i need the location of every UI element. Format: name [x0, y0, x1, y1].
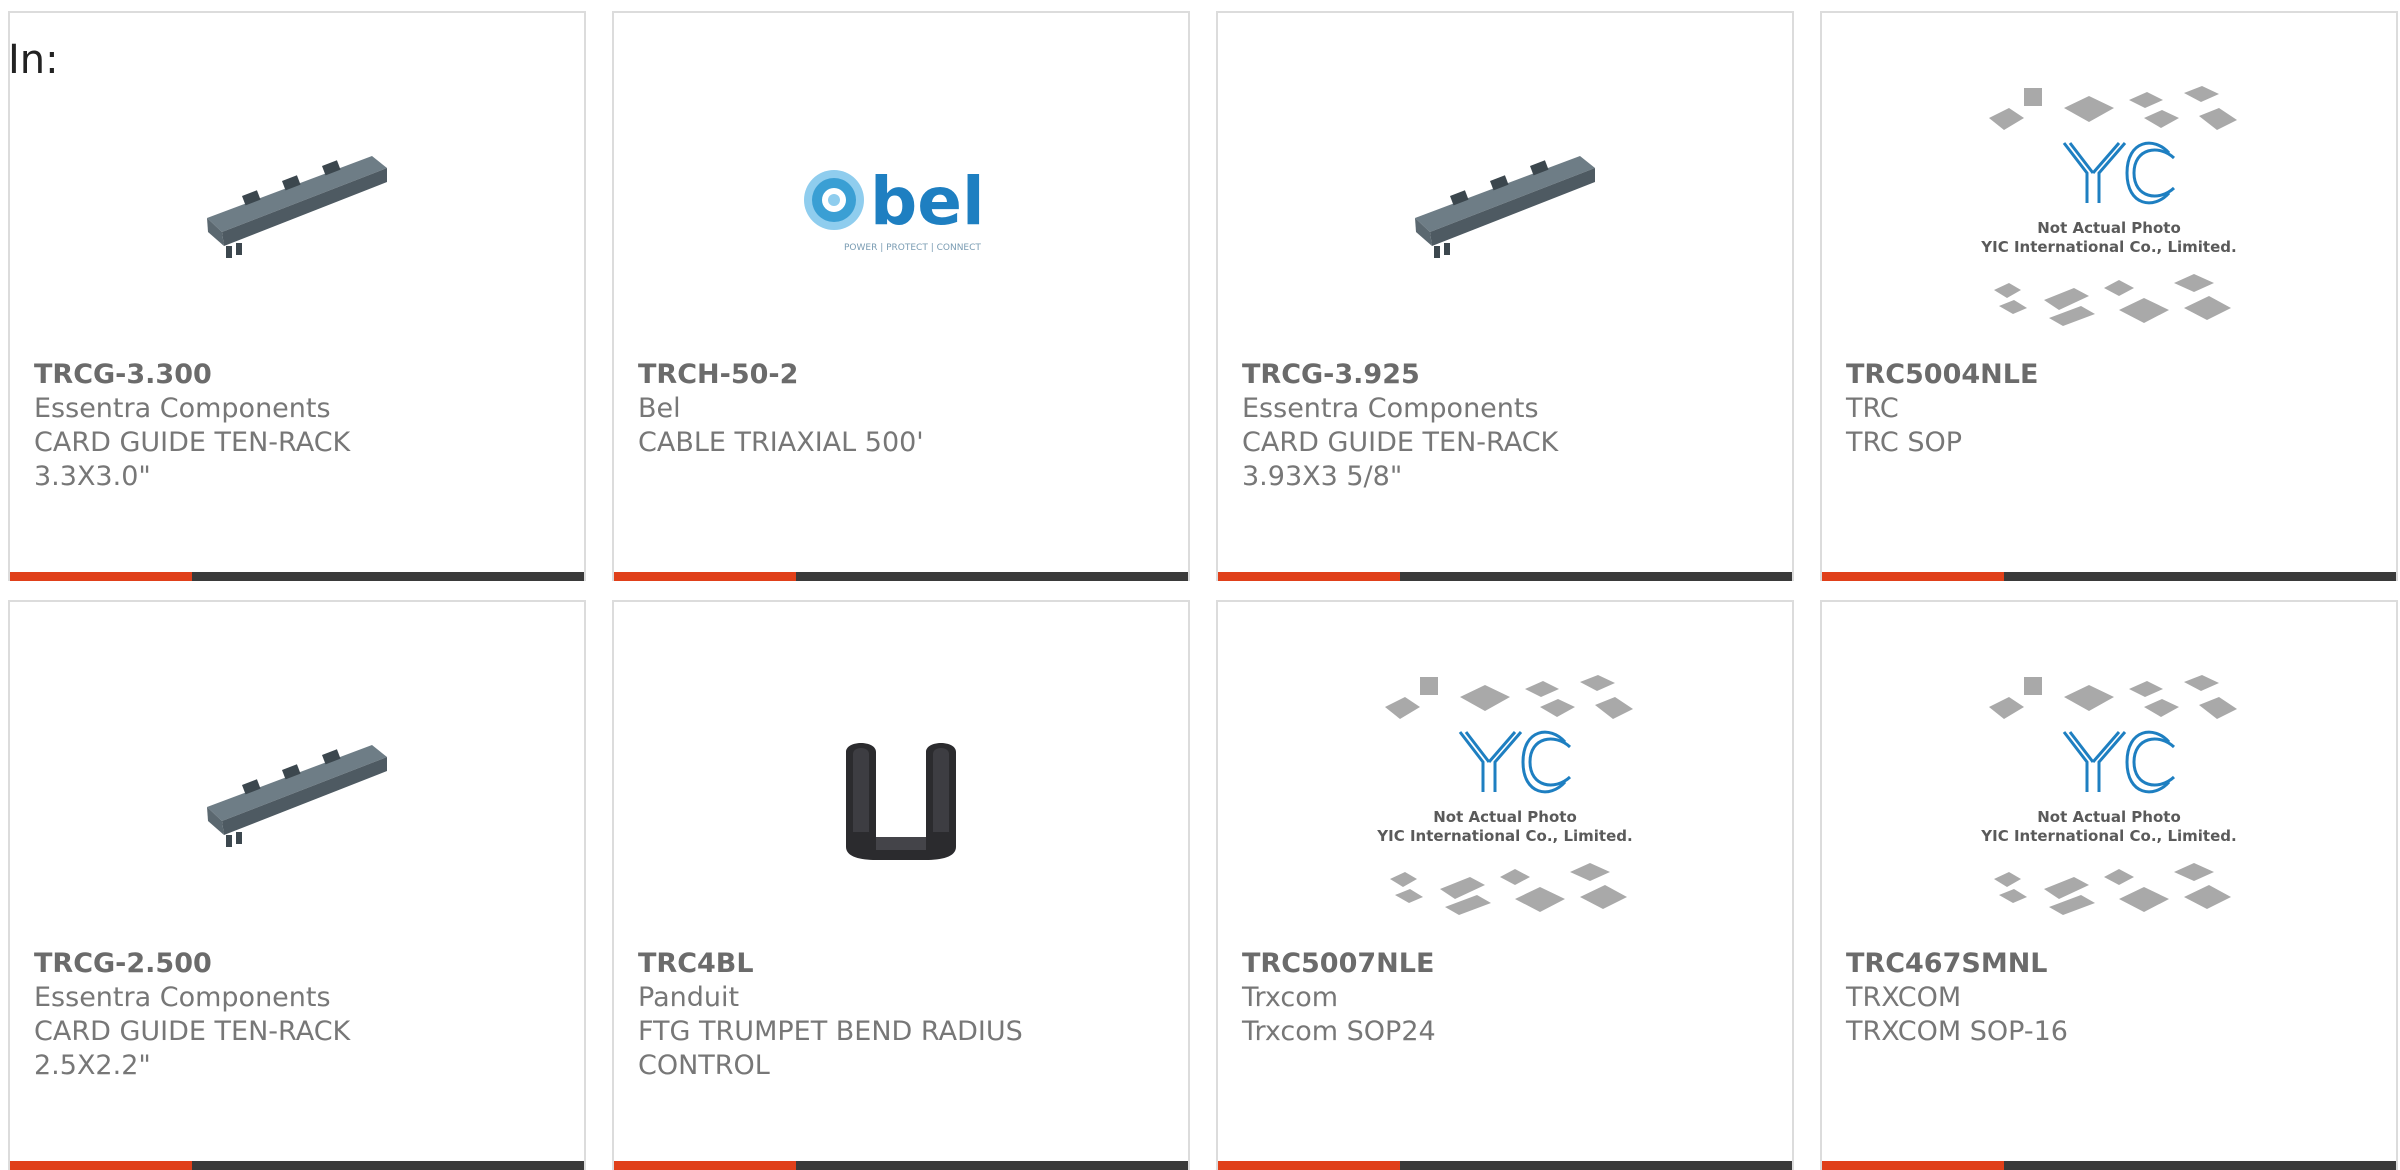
- card-guide-rail-icon: [1415, 156, 1595, 258]
- description: CARD GUIDE TEN-RACK 2.5X2.2": [34, 1016, 351, 1081]
- accent-bar: [614, 1161, 796, 1170]
- bel-tagline: POWER | PROTECT | CONNECT: [844, 243, 981, 253]
- yic-line2: YIC International Co., Limited.: [1980, 238, 2236, 256]
- product-image: [614, 662, 1188, 932]
- card-footer-bar: [10, 1161, 584, 1170]
- card-footer-bar: [10, 572, 584, 581]
- yic-line1: Not Actual Photo: [2037, 808, 2181, 826]
- description: CABLE TRIAXIAL 500': [638, 427, 924, 458]
- product-grid: TRCG-3.300 Essentra Components CARD GUID…: [0, 0, 2400, 1170]
- product-card[interactable]: Not Actual Photo YIC International Co., …: [1216, 600, 1794, 1170]
- part-number[interactable]: TRC5007NLE: [1242, 947, 1642, 981]
- product-image: Not Actual Photo YIC International Co., …: [1822, 73, 2396, 343]
- product-card[interactable]: TRC4BL Panduit FTG TRUMPET BEND RADIUS C…: [612, 600, 1190, 1170]
- product-card[interactable]: bel POWER | PROTECT | CONNECT TRCH-50-2 …: [612, 11, 1190, 581]
- accent-bar: [1822, 572, 2004, 581]
- manufacturer: Trxcom: [1242, 982, 1339, 1013]
- card-footer-bar: [614, 1161, 1188, 1170]
- description: TRXCOM SOP-16: [1846, 1016, 2068, 1047]
- yic-placeholder-icon: Not Actual Photo YIC International Co., …: [1376, 675, 1633, 915]
- yic-placeholder-icon: Not Actual Photo YIC International Co., …: [1980, 675, 2237, 915]
- card-footer-bar: [1822, 572, 2396, 581]
- manufacturer: Essentra Components: [1242, 393, 1539, 424]
- product-card[interactable]: TRCG-3.300 Essentra Components CARD GUID…: [8, 11, 586, 581]
- product-card[interactable]: TRCG-2.500 Essentra Components CARD GUID…: [8, 600, 586, 1170]
- bel-logo-icon: bel POWER | PROTECT | CONNECT: [804, 163, 985, 253]
- product-card[interactable]: TRCG-3.925 Essentra Components CARD GUID…: [1216, 11, 1794, 581]
- accent-bar: [1822, 1161, 2004, 1170]
- product-image: [1218, 73, 1792, 343]
- accent-bar: [1218, 572, 1400, 581]
- manufacturer: Essentra Components: [34, 982, 331, 1013]
- manufacturer: Essentra Components: [34, 393, 331, 424]
- bel-wordmark: bel: [870, 163, 985, 240]
- description: FTG TRUMPET BEND RADIUS CONTROL: [638, 1016, 1023, 1081]
- part-number[interactable]: TRC4BL: [638, 947, 1038, 981]
- card-guide-rail-icon: [207, 156, 387, 258]
- part-number[interactable]: TRCG-2.500: [34, 947, 434, 981]
- product-image: [10, 662, 584, 932]
- card-footer-bar: [1218, 572, 1792, 581]
- description: CARD GUIDE TEN-RACK 3.93X3 5/8": [1242, 427, 1559, 492]
- card-guide-rail-icon: [207, 745, 387, 847]
- accent-bar: [614, 572, 796, 581]
- description: TRC SOP: [1846, 427, 1963, 458]
- card-footer-bar: [1218, 1161, 1792, 1170]
- description: CARD GUIDE TEN-RACK 3.3X3.0": [34, 427, 351, 492]
- accent-bar: [10, 572, 192, 581]
- card-footer-bar: [1822, 1161, 2396, 1170]
- product-image: [10, 73, 584, 343]
- yic-line2: YIC International Co., Limited.: [1980, 827, 2236, 845]
- part-number[interactable]: TRCG-3.300: [34, 358, 434, 392]
- product-image: bel POWER | PROTECT | CONNECT: [614, 73, 1188, 343]
- manufacturer: TRC: [1846, 393, 1899, 424]
- card-footer-bar: [614, 572, 1188, 581]
- manufacturer: TRXCOM: [1846, 982, 1962, 1013]
- part-number[interactable]: TRCG-3.925: [1242, 358, 1642, 392]
- yic-placeholder-icon: Not Actual Photo YIC International Co., …: [1980, 86, 2237, 326]
- product-card[interactable]: Not Actual Photo YIC International Co., …: [1820, 11, 2398, 581]
- manufacturer: Panduit: [638, 982, 740, 1013]
- product-image: Not Actual Photo YIC International Co., …: [1218, 662, 1792, 932]
- yic-line2: YIC International Co., Limited.: [1376, 827, 1632, 845]
- product-image: Not Actual Photo YIC International Co., …: [1822, 662, 2396, 932]
- accent-bar: [1218, 1161, 1400, 1170]
- manufacturer: Bel: [638, 393, 681, 424]
- part-number[interactable]: TRCH-50-2: [638, 358, 1038, 392]
- yic-line1: Not Actual Photo: [1433, 808, 1577, 826]
- product-card[interactable]: Not Actual Photo YIC International Co., …: [1820, 600, 2398, 1170]
- description: Trxcom SOP24: [1242, 1016, 1436, 1047]
- accent-bar: [10, 1161, 192, 1170]
- part-number[interactable]: TRC5004NLE: [1846, 358, 2246, 392]
- yic-line1: Not Actual Photo: [2037, 219, 2181, 237]
- in-label: In:: [8, 37, 59, 83]
- trumpet-bend-fitting-icon: [846, 743, 956, 860]
- part-number[interactable]: TRC467SMNL: [1846, 947, 2246, 981]
